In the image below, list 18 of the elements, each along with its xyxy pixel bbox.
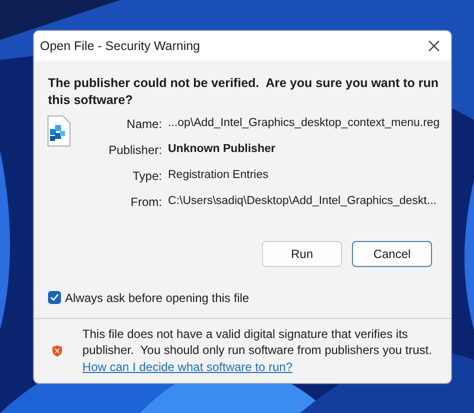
checkbox-label: Always ask before opening this file: [65, 290, 250, 307]
field-value: Registration Entries: [168, 168, 270, 184]
field-label: Publisher:: [108, 142, 162, 159]
field-label: Type:: [132, 168, 162, 185]
field-label: From:: [130, 194, 162, 211]
close-icon: [428, 40, 440, 52]
field-value: C:\Users\sadiq\Desktop\Add_Intel_Graphics_deskt...: [168, 194, 438, 210]
dialog-button[interactable]: Cancel: [352, 240, 432, 267]
field-value: ...op\Add_Intel_Graphics_desktop_context_menu.reg: [168, 116, 441, 132]
dialog-button[interactable]: Run: [262, 240, 342, 267]
field-label: Name:: [126, 116, 162, 133]
field-value: Unknown Publisher: [168, 142, 276, 158]
help-link[interactable]: How can I decide what software to run?: [82, 360, 293, 374]
checkbox[interactable]: [48, 291, 61, 304]
registry-file-icon: [46, 114, 72, 147]
warning-heading: The publisher could not be verified. Are you sure you want to run this software?: [48, 75, 439, 109]
window-title: Open File - Security Warning: [40, 38, 200, 55]
warning-text: This file does not have a valid digital signature that verifies its publisher. You should only run software from publishers you trust. How can I decide what software to run?: [82, 326, 433, 376]
